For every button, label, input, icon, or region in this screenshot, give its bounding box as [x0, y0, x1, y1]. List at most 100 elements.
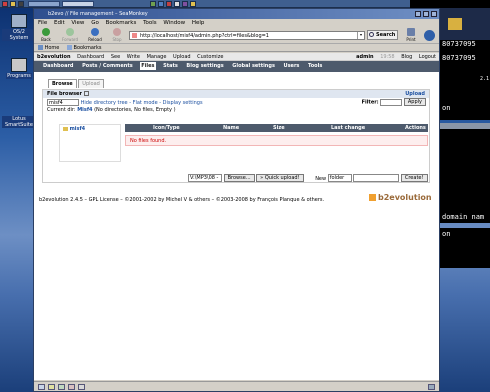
print-button[interactable]: Print [402, 28, 420, 42]
file-browser-panel: File browser Upload misf4 Hide directory… [42, 89, 430, 183]
tab-files[interactable]: Files [140, 62, 156, 70]
desktop-icon-label: Lotus SmartSuite [2, 116, 36, 128]
stop-button[interactable]: Stop [108, 28, 126, 42]
window-titlebar[interactable]: b2evo // File management – SeaMonkey [34, 9, 439, 19]
menu-file[interactable]: File [38, 20, 47, 26]
tray-icon[interactable] [174, 1, 180, 7]
current-dir-link[interactable]: Misf4 [77, 107, 92, 113]
blog-link[interactable]: Blog [401, 54, 412, 60]
terminal-line: on [442, 230, 451, 238]
user-menu[interactable]: admin [356, 54, 373, 60]
status-icon[interactable] [68, 384, 75, 390]
reload-label: Reload [88, 37, 102, 42]
url-bar[interactable]: http://localhost/misf4/admin.php?ctrl=fi… [129, 31, 365, 40]
upload-path-input[interactable]: V:\MP3\08 - [188, 174, 222, 182]
new-type-select[interactable]: folder [327, 174, 352, 182]
tab-stats[interactable]: Stats [162, 62, 179, 70]
col-size[interactable]: Size [273, 125, 285, 131]
tray-icon[interactable] [158, 1, 164, 7]
tray-icon[interactable] [182, 1, 188, 7]
subtab-upload[interactable]: Upload [78, 79, 104, 88]
terminal-line: domain nam [442, 213, 485, 221]
filter-input[interactable] [380, 98, 403, 106]
tray-icon[interactable] [150, 1, 156, 7]
b2evolution-logo: b2evolution [369, 193, 432, 202]
write-link[interactable]: Write [127, 54, 140, 60]
quick-upload-button[interactable]: » Quick upload! [256, 174, 304, 182]
manage-link[interactable]: Manage [147, 54, 167, 60]
desktop-icon-programs[interactable]: Programs [2, 58, 36, 79]
new-name-input[interactable] [353, 174, 400, 182]
note-icon[interactable] [83, 91, 89, 96]
desktop-icon-lotus[interactable]: Lotus SmartSuite [2, 116, 36, 128]
desktop-icon-os2-system[interactable]: OS/2 System [2, 14, 36, 41]
tab-users[interactable]: Users [283, 62, 301, 70]
col-last-change[interactable]: Last change [331, 125, 365, 131]
see-link[interactable]: See [111, 54, 120, 60]
bookmarks-link[interactable]: Bookmarks [74, 45, 102, 51]
search-icon [369, 32, 374, 37]
col-name[interactable]: Name [223, 125, 239, 131]
computer-icon [11, 14, 27, 28]
bookmarks-folder-icon [66, 45, 72, 50]
directory-tree: misf4 [59, 124, 121, 162]
tree-item-misf4[interactable]: misf4 [70, 126, 86, 132]
back-button[interactable]: Back [37, 28, 55, 42]
tray-icon[interactable] [190, 1, 196, 7]
tab-tools[interactable]: Tools [307, 62, 323, 70]
upload-menu-link[interactable]: Upload [173, 54, 191, 60]
search-button[interactable]: Search [367, 30, 398, 40]
empty-message: No files found. [125, 135, 428, 146]
menu-view[interactable]: View [71, 20, 84, 26]
apply-button[interactable]: Apply [403, 98, 426, 106]
reload-button[interactable]: Reload [86, 28, 104, 42]
folder-icon[interactable] [10, 1, 16, 7]
logout-link[interactable]: Logout [419, 54, 436, 60]
status-bar [34, 381, 439, 391]
home-link[interactable]: Home [45, 45, 60, 51]
menu-help[interactable]: Help [192, 20, 205, 26]
stop-icon [113, 28, 121, 36]
close-button[interactable] [431, 11, 437, 17]
menu-bookmarks[interactable]: Bookmarks [106, 20, 137, 26]
filter-area: Filter: Apply [362, 98, 426, 106]
url-dropdown-icon[interactable]: ▾ [357, 32, 364, 39]
tray-icon[interactable] [166, 1, 172, 7]
menu-window[interactable]: Window [163, 20, 185, 26]
browse-button[interactable]: Browse... [223, 174, 255, 182]
taskbar-button[interactable] [62, 1, 94, 7]
window-title: b2evo // File management – SeaMonkey [48, 11, 148, 17]
root-select[interactable]: misf4 [47, 99, 79, 106]
dashboard-link[interactable]: Dashboard [77, 54, 104, 60]
customize-link[interactable]: Customize [197, 54, 223, 60]
taskbar-button[interactable] [28, 1, 60, 7]
tab-global-settings[interactable]: Global settings [231, 62, 276, 70]
browser-options-row: misf4 Hide directory tree - Flat mode - … [43, 98, 429, 106]
terminal-line: on [442, 104, 451, 112]
menu-edit[interactable]: Edit [54, 20, 65, 26]
maximize-button[interactable] [423, 11, 429, 17]
tab-blog-settings[interactable]: Blog settings [185, 62, 224, 70]
minimize-button[interactable] [415, 11, 421, 17]
status-icon[interactable] [48, 384, 55, 390]
col-icon-type[interactable]: Icon/Type [153, 125, 180, 131]
b2evo-menu[interactable]: b2evolution [37, 54, 71, 60]
menu-tools[interactable]: Tools [143, 20, 157, 26]
menu-go[interactable]: Go [91, 20, 99, 26]
status-icon[interactable] [38, 384, 45, 390]
upload-link[interactable]: Upload [405, 91, 425, 97]
tab-dashboard[interactable]: Dashboard [42, 62, 75, 70]
forward-button[interactable]: Forward [61, 28, 79, 42]
terminal-icon[interactable] [18, 1, 24, 7]
b2evolution-logo-icon [369, 194, 376, 201]
search-label: Search [376, 32, 396, 38]
status-icon[interactable] [58, 384, 65, 390]
site-favicon-icon [132, 33, 137, 38]
tab-posts-comments[interactable]: Posts / Comments [81, 62, 134, 70]
os-taskbar [0, 0, 490, 8]
status-icon[interactable] [78, 384, 85, 390]
subtab-browse[interactable]: Browse [48, 79, 77, 88]
app-launcher-icon[interactable] [2, 1, 8, 7]
col-actions: Actions [405, 125, 426, 131]
create-button[interactable]: Create! [400, 174, 428, 182]
